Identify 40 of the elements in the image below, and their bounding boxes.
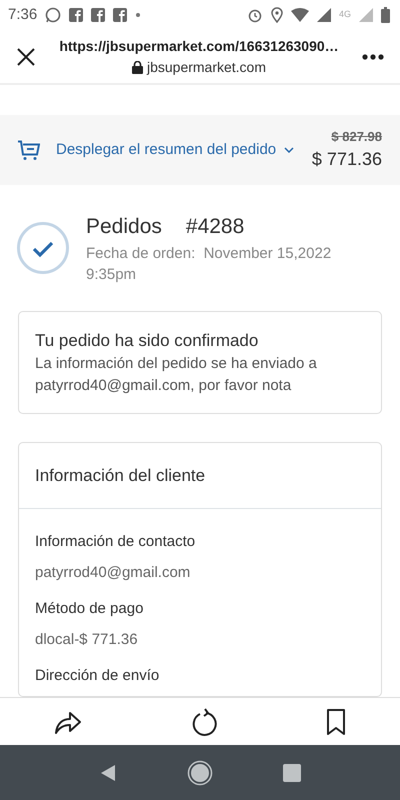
- chat-icon: [45, 7, 62, 23]
- summary-toggle[interactable]: Desplegar el resumen del pedido: [56, 138, 296, 162]
- battery-icon: [381, 7, 390, 23]
- cart-icon: [18, 140, 40, 160]
- card-title: Información del cliente: [35, 464, 206, 486]
- location-icon: [270, 7, 283, 23]
- confirmation-message: La información del pedido se ha enviado a patyrrod40@gmail.com, por favor nota: [35, 354, 318, 396]
- signal-icon: [316, 8, 331, 22]
- bookmark-button[interactable]: [326, 708, 346, 736]
- field-label: Información de contacto: [35, 532, 196, 552]
- total-price: $ 771.36: [312, 148, 382, 172]
- dot-icon: [135, 12, 142, 18]
- field-value: dlocal-$ 771.36: [35, 630, 139, 650]
- status-time: 7:36: [8, 4, 38, 25]
- confirmation-title: Tu pedido ha sido confirmado: [35, 330, 260, 352]
- signal-icon: [359, 8, 373, 22]
- more-button[interactable]: [362, 54, 384, 60]
- back-button[interactable]: [99, 764, 117, 782]
- order-date: Fecha de orden: November 15,2022 9:35pm: [86, 244, 332, 284]
- field-value: patyrrod40@gmail.com: [35, 562, 192, 582]
- page-url[interactable]: https://jbsupermarket.com/16631263090…: [59, 36, 339, 56]
- notification-icon: [113, 8, 128, 22]
- close-button[interactable]: [16, 46, 36, 66]
- chevron-icon: [284, 147, 294, 153]
- order-number: #4288: [186, 214, 244, 240]
- page-domain: jbsupermarket.com: [146, 58, 266, 77]
- notification-icon: [91, 8, 106, 22]
- notification-icon: [69, 8, 84, 22]
- checkmark-icon: [16, 220, 70, 275]
- order-title: Pedidos: [86, 214, 162, 240]
- original-price: $ 827.98: [331, 128, 382, 146]
- home-button[interactable]: [187, 760, 213, 786]
- recents-button[interactable]: [283, 764, 301, 782]
- lock-icon: [132, 60, 143, 74]
- alarm-icon: [246, 7, 263, 23]
- field-label: Método de pago: [35, 599, 144, 619]
- reload-button[interactable]: [190, 708, 217, 736]
- network-type: 4G: [338, 8, 351, 22]
- field-label: Dirección de envío: [35, 666, 160, 686]
- wifi-icon: [290, 8, 309, 22]
